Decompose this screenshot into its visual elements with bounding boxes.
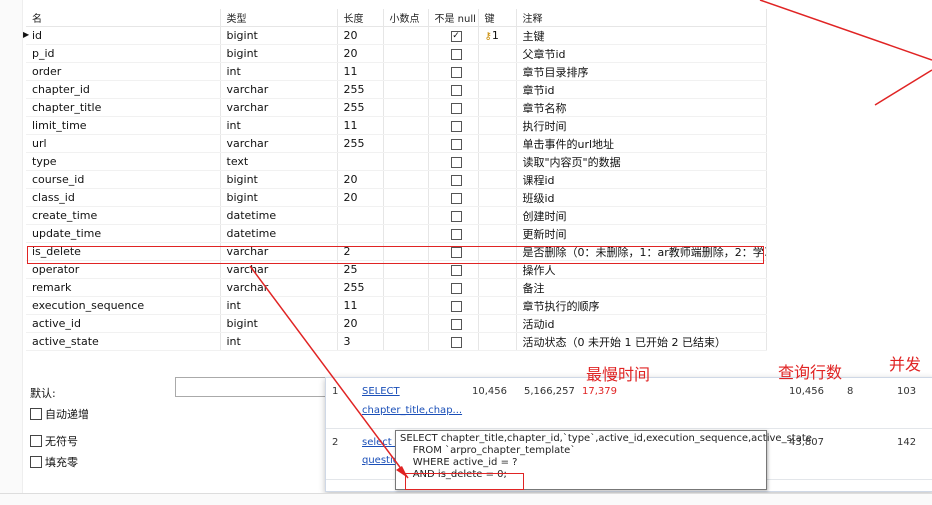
arrow-top-right-2: [874, 69, 932, 106]
status-bar: [0, 493, 932, 505]
annotation-arrows: [249, 0, 932, 479]
arrowhead-icon: [396, 466, 408, 478]
arrow-top-right-1: [759, 0, 932, 61]
arrow-to-condition: [249, 265, 409, 479]
